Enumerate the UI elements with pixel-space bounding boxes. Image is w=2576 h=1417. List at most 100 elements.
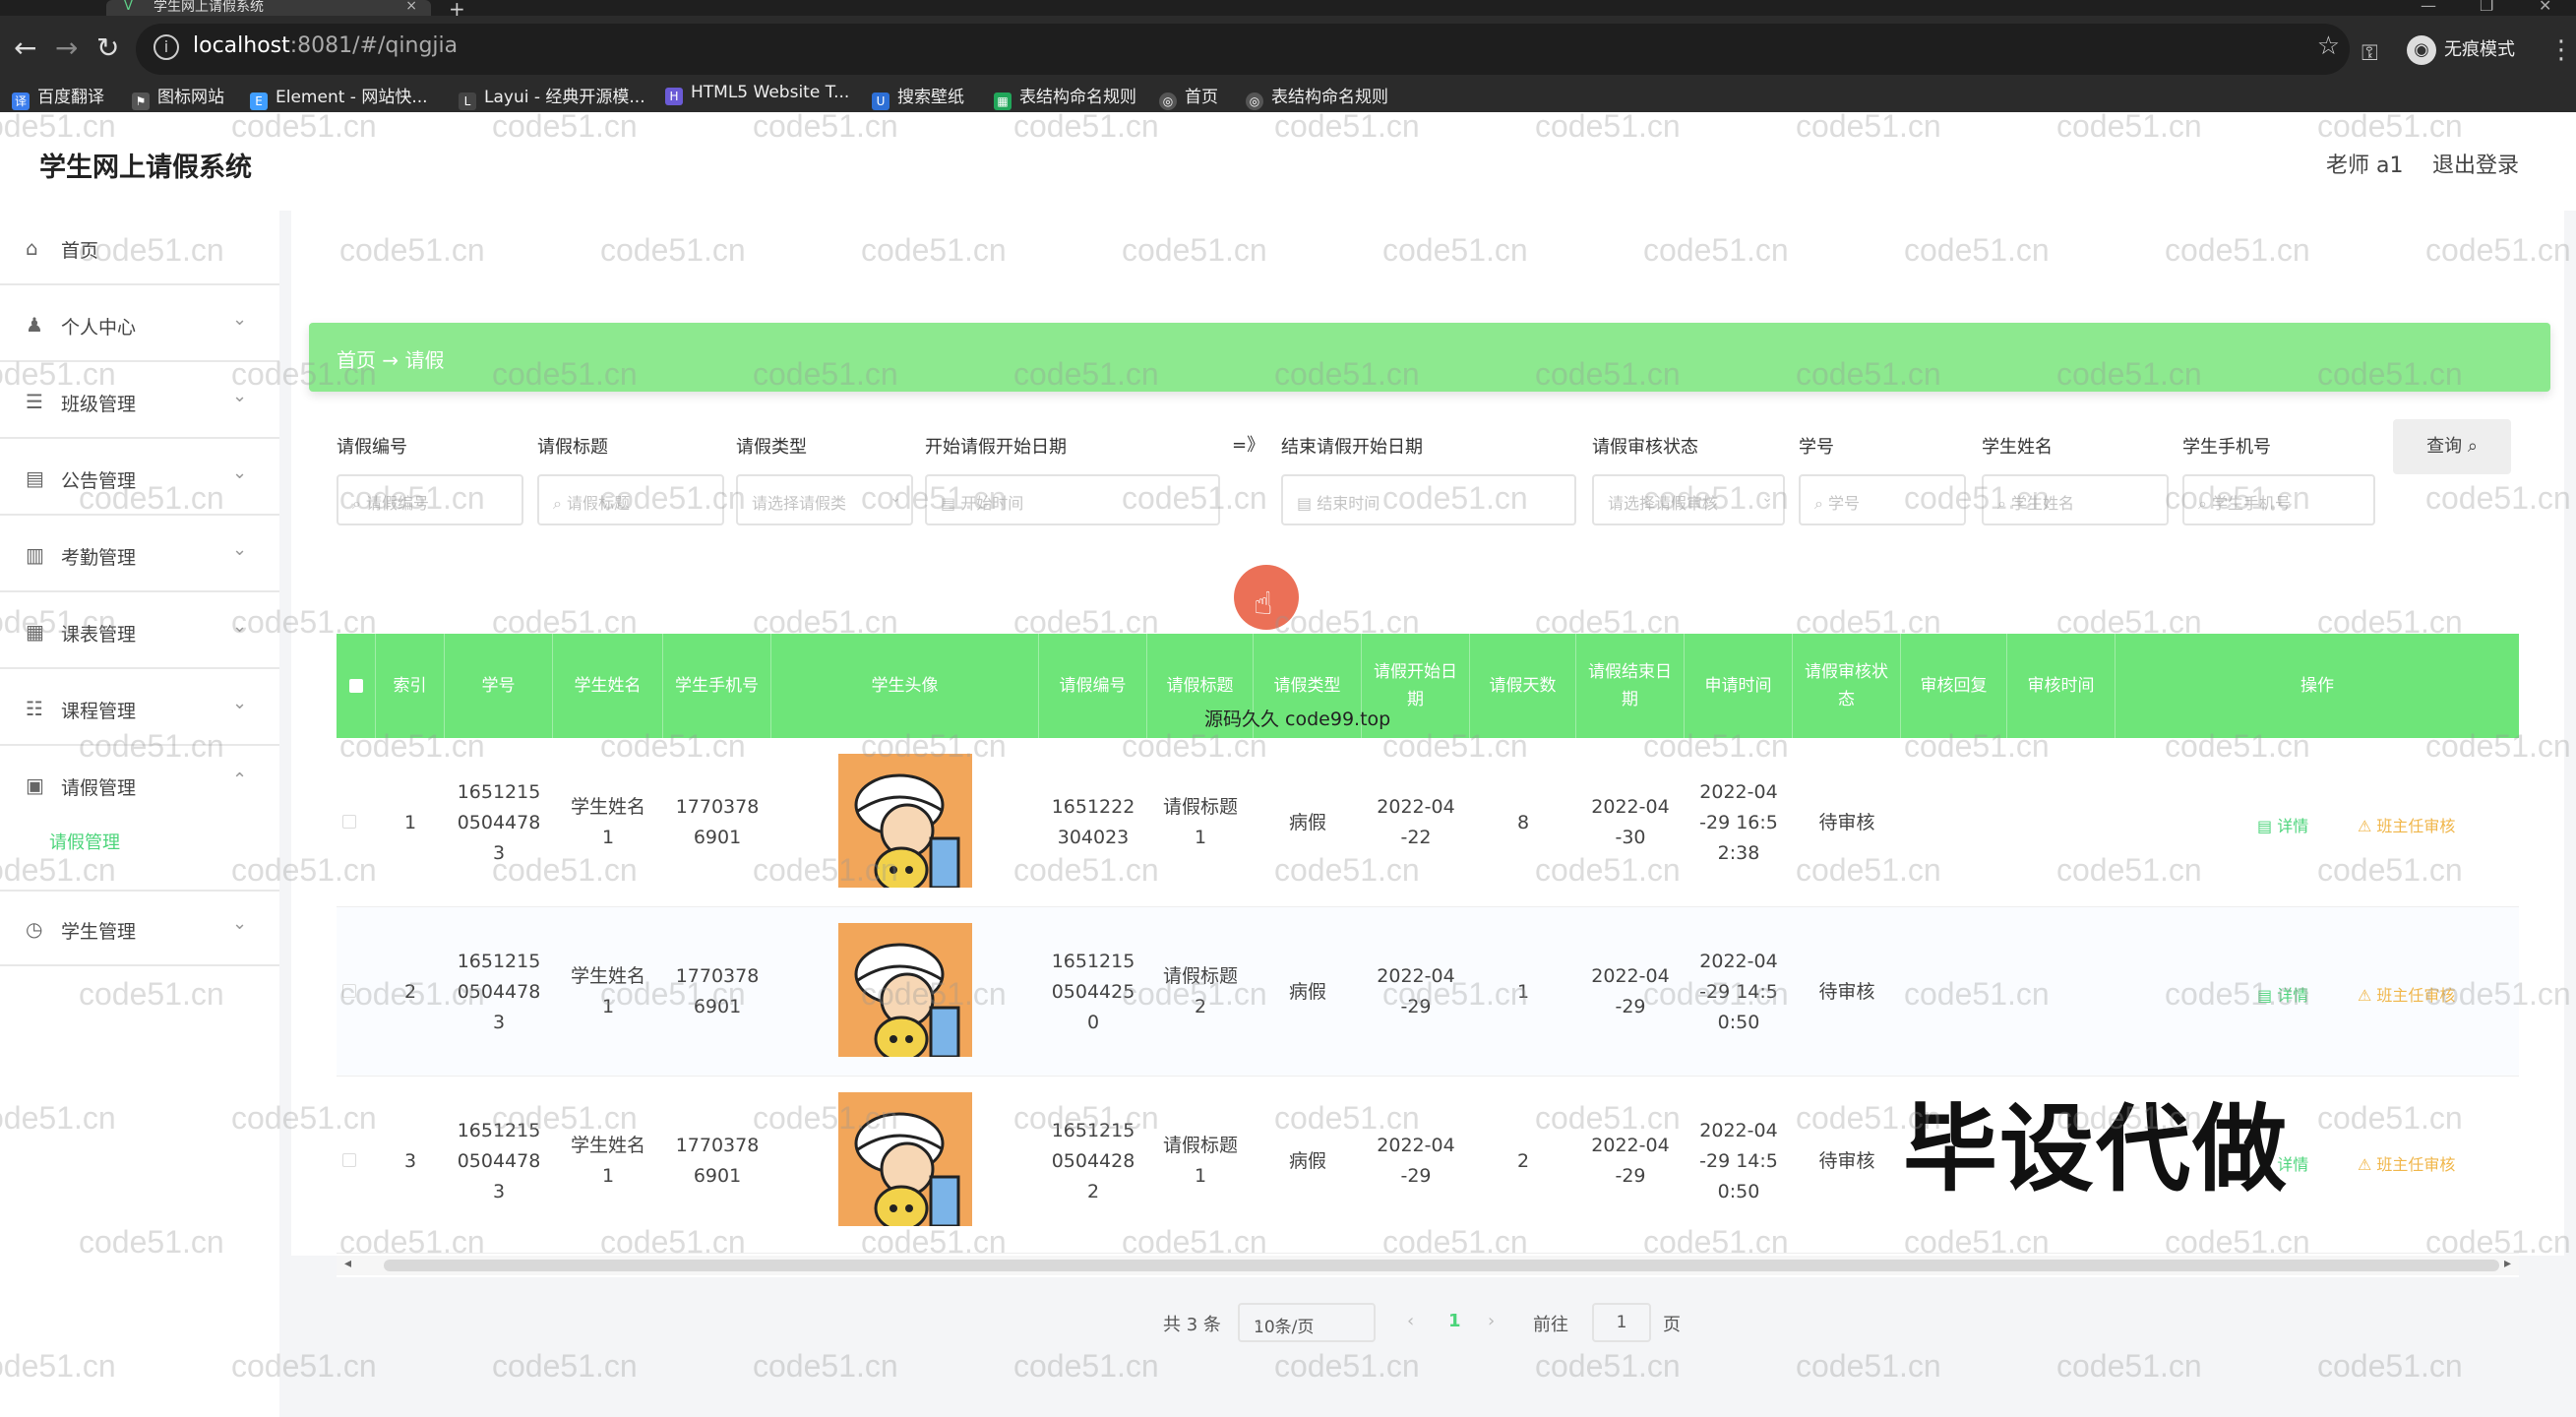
leave-no-input[interactable]: ⌕ 请假编号 bbox=[337, 474, 523, 525]
tab-title: 学生网上请假系统 bbox=[153, 0, 264, 15]
search-button[interactable]: 查询 ⌕ bbox=[2393, 419, 2511, 474]
student-avatar[interactable] bbox=[838, 1092, 972, 1226]
bookmark-item[interactable]: ⚑ 图标网站 bbox=[132, 83, 224, 110]
header-review-reply[interactable]: 审核回复 bbox=[1901, 634, 2007, 738]
leave-type-select[interactable]: 请选择请假类 ⌄ bbox=[736, 474, 913, 525]
forward-icon[interactable]: → bbox=[55, 31, 78, 64]
logout-link[interactable]: 退出登录 bbox=[2432, 148, 2519, 179]
row-checkbox[interactable] bbox=[342, 1153, 356, 1167]
search-placeholder: ▤ 开始时间 bbox=[941, 494, 1024, 513]
vue-favicon-icon: V bbox=[124, 0, 133, 14]
header-student-name[interactable]: 学生姓名 bbox=[553, 634, 663, 738]
bookmark-item[interactable]: ◎ 首页 bbox=[1159, 83, 1218, 110]
reload-icon[interactable]: ↻ bbox=[96, 31, 119, 64]
teacher-review-button[interactable]: ⚠ 班主任审核 bbox=[2358, 982, 2455, 1006]
sidebar-item-label: 学生管理 bbox=[61, 921, 137, 943]
browser-tab[interactable]: V 学生网上请假系统 × bbox=[106, 0, 431, 16]
student-avatar[interactable] bbox=[838, 923, 972, 1057]
site-info-icon[interactable]: i bbox=[153, 34, 179, 60]
start-date-to-picker[interactable]: ▤ 结束时间 bbox=[1281, 474, 1576, 525]
header-avatar[interactable]: 学生头像 bbox=[771, 634, 1039, 738]
student-no-input[interactable]: ⌕ 学号 bbox=[1799, 474, 1966, 525]
sidebar-item-home[interactable]: ⌂ 首页 bbox=[0, 211, 279, 285]
search-placeholder: ⌕ 学生姓名 bbox=[1997, 494, 2075, 513]
bookmark-item[interactable]: ◎ 表结构命名规则 bbox=[1246, 83, 1388, 110]
row-checkbox[interactable] bbox=[342, 984, 356, 998]
student-phone-input[interactable]: ⌕ 学生手机号 bbox=[2182, 474, 2375, 525]
breadcrumb[interactable]: 首页 → 请假 bbox=[337, 344, 444, 373]
teacher-review-button[interactable]: ⚠ 班主任审核 bbox=[2358, 1151, 2455, 1175]
sidebar-item-leave[interactable]: ▣ 请假管理 ⌃ bbox=[0, 748, 279, 892]
browser-tab-strip: V 学生网上请假系统 × + — ❐ ✕ bbox=[0, 0, 2576, 21]
search-label: 学生姓名 bbox=[1982, 437, 2053, 458]
leave-title-input[interactable]: ⌕ 请假标题 bbox=[537, 474, 724, 525]
url-text[interactable]: localhost:8081/#/qingjia bbox=[193, 33, 458, 58]
horizontal-scrollbar[interactable]: ◂ ▸ bbox=[337, 1256, 2519, 1275]
translate-icon: 译 bbox=[12, 92, 30, 110]
notice-icon: ▤ bbox=[26, 466, 44, 490]
review-status-select[interactable]: 请选择请假审核 ⌄ bbox=[1592, 474, 1785, 525]
page-number-current[interactable]: 1 bbox=[1448, 1311, 1461, 1331]
header-apply-time[interactable]: 申请时间 bbox=[1685, 634, 1793, 738]
sidebar-subitem-leave-manage[interactable]: 请假管理 bbox=[49, 829, 120, 854]
teacher-review-button[interactable]: ⚠ 班主任审核 bbox=[2358, 813, 2455, 836]
sidebar: ⌂ 首页 ♟ 个人中心 ⌄ ☰ 班级管理 ⌄ ▤ 公告管理 ⌄ ▥ 考勤管理 ⌄ ▦ 课表管理 ⌄ ☷… bbox=[0, 211, 279, 1417]
header-end-date[interactable]: 请假结束日期 bbox=[1576, 634, 1685, 738]
maximize-icon[interactable]: ❐ bbox=[2480, 0, 2493, 15]
bookmark-label: 图标网站 bbox=[157, 88, 224, 107]
header-index: 索引 bbox=[376, 634, 445, 738]
bookmark-item[interactable]: 译百度翻译 bbox=[12, 83, 104, 110]
bookmark-item[interactable]: ▦ 表结构命名规则 bbox=[994, 83, 1136, 110]
cell-apply-time: 2022-04 -29 14:5 0:50 bbox=[1699, 950, 1778, 1033]
row-checkbox[interactable] bbox=[342, 815, 356, 829]
header-select-all[interactable] bbox=[337, 634, 376, 738]
url-field[interactable]: i localhost:8081/#/qingjia ☆ bbox=[136, 24, 2350, 75]
sidebar-item-student[interactable]: ◷ 学生管理 ⌄ bbox=[0, 892, 279, 966]
bookmark-item[interactable]: E Element - 网站快... bbox=[250, 83, 428, 110]
back-icon[interactable]: ← bbox=[14, 31, 36, 64]
student-avatar[interactable] bbox=[838, 754, 972, 888]
browser-menu-icon[interactable]: ⋮ bbox=[2548, 35, 2574, 65]
student-name-input[interactable]: ⌕ 学生姓名 bbox=[1982, 474, 2169, 525]
chevron-down-icon: ⌄ bbox=[1761, 490, 1773, 506]
minimize-icon[interactable]: — bbox=[2421, 0, 2436, 15]
cell-start-date: 2022-04 -22 bbox=[1377, 796, 1455, 848]
search-placeholder: 请选择请假审核 bbox=[1608, 494, 1719, 513]
prev-page-icon[interactable]: ‹ bbox=[1407, 1311, 1414, 1331]
bookmark-item[interactable]: L Layui - 经典开源模... bbox=[459, 83, 645, 110]
header-review-time[interactable]: 审核时间 bbox=[2007, 634, 2116, 738]
sidebar-item-notice[interactable]: ▤ 公告管理 ⌄ bbox=[0, 441, 279, 516]
detail-button[interactable]: ▤ 详情 bbox=[2257, 982, 2308, 1006]
user-icon: ♟ bbox=[26, 313, 43, 337]
header-student-no[interactable]: 学号 bbox=[445, 634, 553, 738]
sidebar-item-timetable[interactable]: ▦ 课表管理 ⌄ bbox=[0, 594, 279, 669]
header-review-status[interactable]: 请假审核状态 bbox=[1793, 634, 1901, 738]
bookmark-label: 搜索壁纸 bbox=[897, 88, 964, 107]
sidebar-item-profile[interactable]: ♟ 个人中心 ⌄ bbox=[0, 287, 279, 362]
bookmark-item[interactable]: U 搜索壁纸 bbox=[872, 83, 964, 110]
bookmark-item[interactable]: H HTML5 Website T... bbox=[665, 83, 849, 105]
scroll-left-icon[interactable]: ◂ bbox=[344, 1256, 351, 1271]
start-date-from-picker[interactable]: ▤ 开始时间 bbox=[925, 474, 1220, 525]
bookmark-star-icon[interactable]: ☆ bbox=[2317, 31, 2340, 61]
detail-button[interactable]: ▤ 详情 bbox=[2257, 813, 2308, 836]
chevron-down-icon: ⌄ bbox=[1254, 1315, 1264, 1328]
password-key-icon[interactable]: ⚿ bbox=[2361, 41, 2378, 66]
scrollbar-thumb[interactable] bbox=[384, 1260, 2499, 1271]
cell-days: 1 bbox=[1516, 980, 1530, 1003]
sidebar-item-class[interactable]: ☰ 班级管理 ⌄ bbox=[0, 364, 279, 439]
scroll-right-icon[interactable]: ▸ bbox=[2504, 1256, 2511, 1271]
header-days[interactable]: 请假天数 bbox=[1470, 634, 1576, 738]
close-window-icon[interactable]: ✕ bbox=[2539, 0, 2551, 15]
total-count: 共 3 条 bbox=[1163, 1315, 1221, 1335]
sidebar-item-attendance[interactable]: ▥ 考勤管理 ⌄ bbox=[0, 518, 279, 592]
incognito-indicator[interactable]: ◉ 无痕模式 bbox=[2407, 35, 2515, 65]
tab-close-icon[interactable]: × bbox=[405, 0, 417, 13]
next-page-icon[interactable]: › bbox=[1488, 1311, 1495, 1331]
header-student-phone[interactable]: 学生手机号 bbox=[663, 634, 771, 738]
goto-page-input[interactable]: 1 bbox=[1592, 1303, 1651, 1342]
cell-review-reply bbox=[1901, 907, 2007, 1077]
header-leave-no[interactable]: 请假编号 bbox=[1039, 634, 1147, 738]
page-size-select[interactable]: 10条/页 ⌄ bbox=[1238, 1303, 1376, 1342]
sidebar-item-course[interactable]: ☷ 课程管理 ⌄ bbox=[0, 671, 279, 746]
